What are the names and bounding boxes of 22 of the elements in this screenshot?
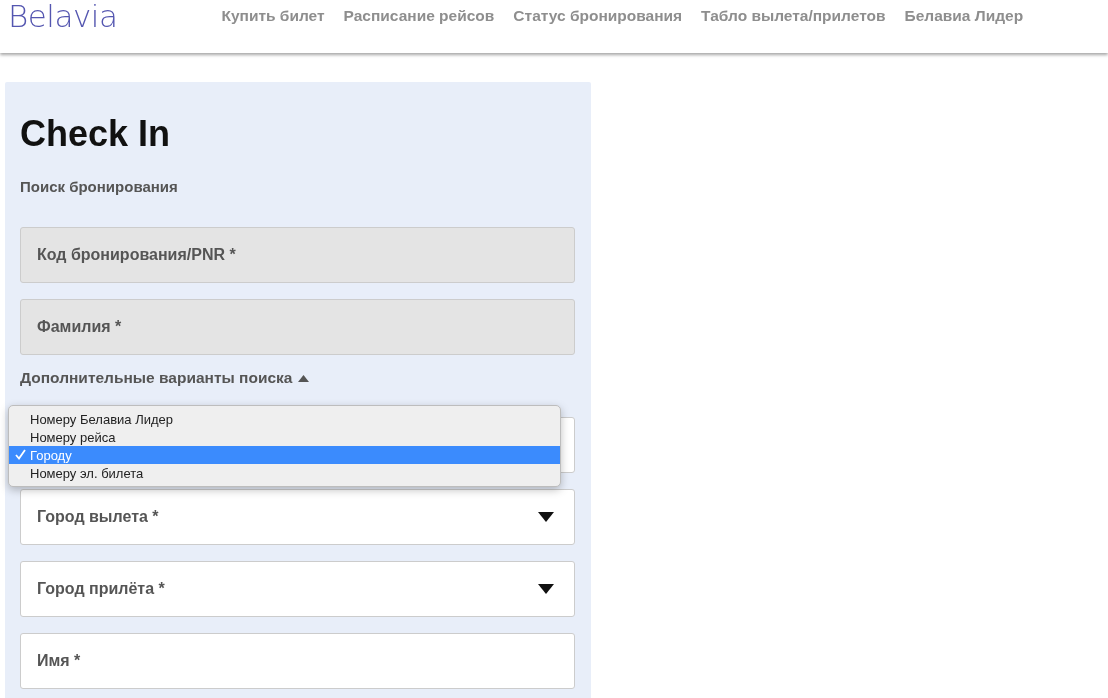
dropdown-option[interactable]: Номеру Белавиа Лидер: [9, 410, 560, 428]
check-icon: [15, 449, 26, 460]
section-label: Поиск бронирования: [20, 178, 179, 195]
select-field[interactable]: Город прилёта *: [20, 561, 575, 617]
nav-link[interactable]: Табло вылета/прилетов: [701, 7, 886, 25]
nav-link[interactable]: Расписание рейсов: [343, 7, 495, 25]
input-field[interactable]: Код бронирования/PNR *: [20, 227, 575, 283]
nav-link[interactable]: Купить билет: [221, 7, 325, 25]
dropdown-option[interactable]: Номеру эл. билета: [9, 464, 560, 482]
input-field[interactable]: Имя *: [20, 633, 575, 689]
select-field[interactable]: Город вылета *: [20, 489, 575, 545]
dropdown-option[interactable]: Номеру рейса: [9, 428, 560, 446]
dropdown-option[interactable]: Городу: [9, 446, 560, 464]
more-options-toggle[interactable]: Дополнительные варианты поиска: [20, 369, 310, 387]
caret-icon: [298, 374, 310, 382]
page-title: Check In: [20, 112, 172, 156]
dropdown-arrow-icon: [538, 584, 554, 594]
logo[interactable]: Belavia: [8, 0, 118, 34]
dropdown-arrow-icon: [538, 512, 554, 522]
input-field[interactable]: Фамилия *: [20, 299, 575, 355]
nav-link[interactable]: Статус бронирования: [513, 7, 683, 25]
nav-link[interactable]: Белавиа Лидер: [904, 7, 1024, 25]
